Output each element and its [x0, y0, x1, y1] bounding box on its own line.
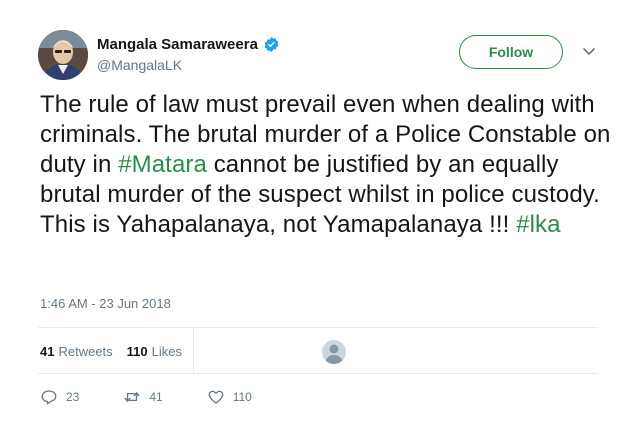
heart-icon	[208, 390, 224, 404]
like-action[interactable]: 110	[207, 388, 252, 406]
retweet-count: 41	[149, 390, 163, 404]
likes-label: Likes	[151, 344, 183, 359]
like-count: 110	[232, 390, 252, 404]
retweet-action[interactable]: 41	[123, 388, 163, 406]
author-name[interactable]: Mangala Samaraweera	[97, 36, 258, 53]
chevron-down-icon[interactable]	[582, 44, 596, 58]
reply-icon	[41, 390, 57, 405]
likes-count: 110	[126, 344, 148, 359]
liker-avatar[interactable]	[322, 340, 346, 364]
hashtag-link[interactable]: #lka	[516, 211, 560, 238]
reply-count: 23	[66, 390, 80, 404]
tweet-timestamp[interactable]: 1:46 AM - 23 Jun 2018	[40, 296, 171, 311]
tweet-stats: 41 Retweets 110 Likes	[40, 344, 196, 359]
retweets-count: 41	[40, 344, 55, 359]
stats-separator	[193, 327, 194, 373]
tweet-actions: 23 41 110	[40, 388, 296, 406]
default-user-icon	[325, 344, 343, 364]
retweet-icon	[124, 392, 140, 402]
reply-action[interactable]: 23	[40, 388, 79, 406]
retweets-stat[interactable]: 41 Retweets	[40, 344, 113, 359]
author-name-row[interactable]: Mangala Samaraweera	[97, 36, 280, 53]
hashtag-link[interactable]: #Matara	[118, 151, 207, 178]
verified-badge-icon	[263, 36, 280, 53]
avatar-image	[38, 30, 88, 80]
avatar[interactable]	[38, 30, 88, 80]
tweet-card: Mangala Samaraweera @MangalaLK Follow Th…	[0, 0, 637, 426]
retweets-label: Retweets	[58, 344, 113, 359]
follow-button[interactable]: Follow	[459, 35, 563, 69]
divider-top	[38, 327, 598, 328]
divider-bottom	[38, 373, 598, 374]
tweet-text: The rule of law must prevail even when d…	[40, 90, 615, 240]
likes-stat[interactable]: 110 Likes	[127, 344, 182, 359]
author-handle[interactable]: @MangalaLK	[97, 57, 182, 73]
